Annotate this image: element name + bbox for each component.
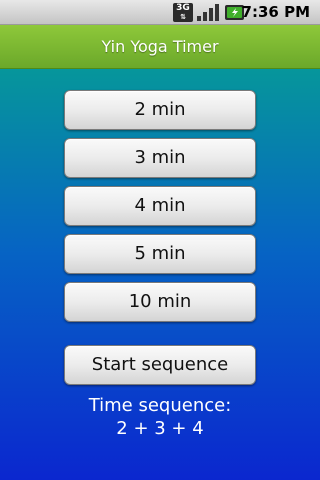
timer-10-min-button[interactable]: 10 min <box>64 282 256 322</box>
timer-4-min-button[interactable]: 4 min <box>64 186 256 226</box>
data-arrows-icon: ⇅ <box>180 13 186 21</box>
3g-data-icon: 3G ⇅ <box>173 3 193 22</box>
signal-strength-icon <box>197 4 219 21</box>
start-sequence-button[interactable]: Start sequence <box>64 345 256 385</box>
app-title: Yin Yoga Timer <box>101 37 219 56</box>
status-bar: 3G ⇅ 7:36 PM <box>0 0 320 25</box>
timer-3-min-button[interactable]: 3 min <box>64 138 256 178</box>
status-time: 7:36 PM <box>241 3 310 21</box>
timer-5-min-button[interactable]: 5 min <box>64 234 256 274</box>
timer-2-min-button[interactable]: 2 min <box>64 90 256 130</box>
time-sequence-label: Time sequence: <box>88 395 232 416</box>
network-type-label: 3G <box>176 3 190 13</box>
time-sequence-value: 2 + 3 + 4 <box>116 418 204 439</box>
app-screen: 3G ⇅ 7:36 PM Yin Yoga Timer 2 min 3 min … <box>0 0 320 480</box>
title-bar: Yin Yoga Timer <box>0 25 320 69</box>
